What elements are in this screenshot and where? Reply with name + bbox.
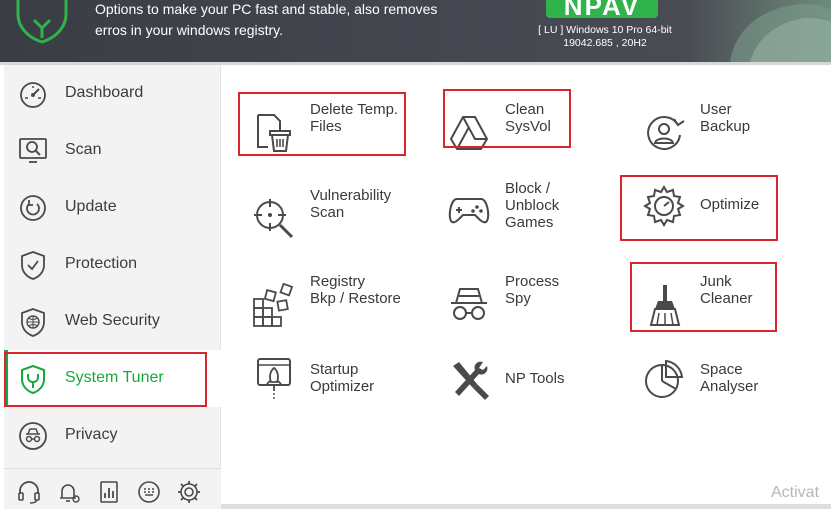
tools-icon [453,361,489,400]
sidebar-item-label: Protection [65,255,138,272]
tool-process-spy[interactable]: Process Spy [447,273,627,337]
activation-watermark: Activat [771,484,820,501]
settings-icon[interactable] [176,479,202,505]
gamepad-icon [448,198,490,224]
tool-delete-temp-files[interactable]: Delete Temp. Files [252,101,432,165]
tool-label: Block / Unblock Games [505,180,560,231]
header-description-line2: erros in your windows registry. [95,22,284,38]
bell-gear-icon[interactable] [56,479,82,505]
spy-glasses-icon [451,288,487,320]
pie-chart-icon [645,359,684,398]
tool-label: Clean SysVol [505,101,551,135]
drive-icon [449,116,489,150]
sidebar-item-label: Scan [65,141,102,158]
sidebar: Dashboard Scan Update Protection Web Sec… [4,65,221,509]
sidebar-item-system-tuner[interactable]: System Tuner [4,350,221,407]
os-info: [ LU ] Windows 10 Pro 64-bit 19042.685 ,… [520,24,690,50]
bottom-strip [221,504,831,509]
user-backup-icon [647,115,685,150]
startup-rocket-icon [257,358,291,399]
sidebar-item-label: Privacy [65,426,118,443]
gear-gauge-icon [643,185,685,227]
tool-clean-sysvol[interactable]: Clean SysVol [447,101,627,165]
os-info-line2: 19042.685 , 20H2 [563,37,647,49]
speedometer-icon [20,82,46,108]
monitor-search-icon [19,138,47,163]
brand-logo: NPAV [546,0,658,21]
tool-label: Startup Optimizer [310,361,375,395]
tool-label: Process Spy [505,273,560,307]
tool-label: Space Analyser [700,361,759,395]
sidebar-bottom-toolbar [4,468,221,509]
sidebar-item-dashboard[interactable]: Dashboard [4,65,221,122]
header-bar: Options to make your PC fast and stable,… [0,0,831,62]
tool-label: Delete Temp. Files [310,101,399,135]
sidebar-item-update[interactable]: Update [4,179,221,236]
tool-startup-optimizer[interactable]: Startup Optimizer [252,358,432,425]
keyboard-icon[interactable] [136,479,162,505]
tool-label: Vulnerability Scan [310,187,392,221]
header-description: Options to make your PC fast and stable,… [95,0,437,41]
tool-label: Registry Bkp / Restore [310,273,401,307]
sidebar-item-protection[interactable]: Protection [4,236,221,293]
tool-vulnerability-scan[interactable]: Vulnerability Scan [252,187,432,251]
tool-junk-cleaner[interactable]: Junk Cleaner [642,273,822,337]
tool-block-unblock-games[interactable]: Block / Unblock Games [447,180,627,244]
report-icon[interactable] [96,479,122,505]
crosshair-search-icon [254,199,294,239]
sidebar-item-web-security[interactable]: Web Security [4,293,221,350]
shield-check-icon [21,251,45,280]
broom-icon [649,285,681,326]
registry-blocks-icon [253,283,294,327]
sidebar-item-label: Update [65,198,117,215]
shield-globe-icon [21,308,45,337]
sidebar-item-label: System Tuner [65,369,164,386]
sidebar-item-label: Web Security [65,312,160,329]
sidebar-item-scan[interactable]: Scan [4,122,221,179]
headset-icon[interactable] [16,479,42,505]
sidebar-item-privacy[interactable]: Privacy [4,407,221,464]
tool-space-analyser[interactable]: Space Analyser [642,359,822,425]
sidebar-item-label: Dashboard [65,84,144,101]
tool-label: NP Tools [505,370,565,387]
tool-user-backup[interactable]: User Backup [642,101,822,165]
os-info-line1: [ LU ] Windows 10 Pro 64-bit [538,24,672,36]
decorative-face-graphic [690,0,831,62]
update-icon [20,195,46,221]
tool-registry-backup-restore[interactable]: Registry Bkp / Restore [252,273,432,337]
shield-tuner-icon [21,364,45,395]
shield-logo-icon [16,0,68,44]
tool-label: Junk Cleaner [700,273,753,307]
delete-temp-icon [257,114,291,152]
tool-label: User Backup [700,101,751,135]
header-description-line1: Options to make your PC fast and stable,… [95,1,438,17]
tool-label: Optimize [700,196,760,213]
spy-icon [19,422,47,450]
tool-np-tools[interactable]: NP Tools [447,361,627,434]
tool-optimize[interactable]: Optimize [642,185,822,260]
